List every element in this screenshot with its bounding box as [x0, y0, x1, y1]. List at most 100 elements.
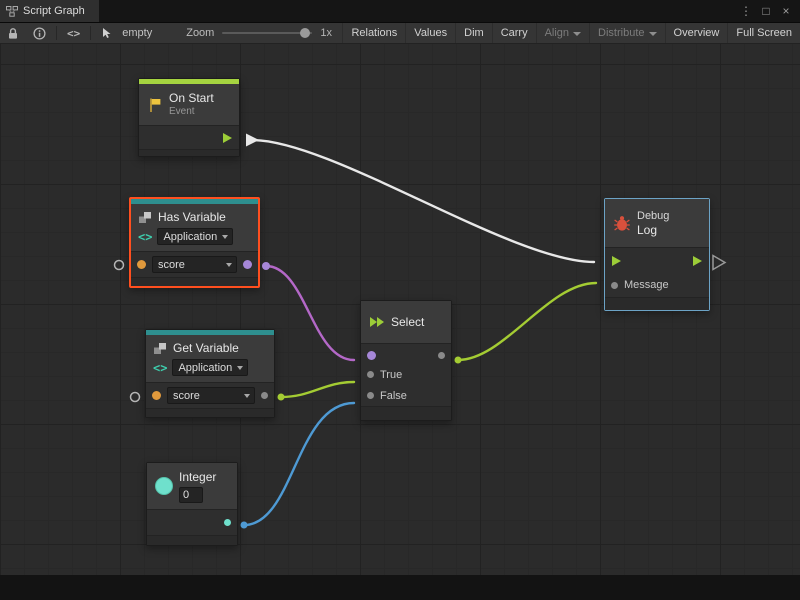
- port-flow-input[interactable]: [611, 255, 622, 267]
- scope-dropdown[interactable]: Application: [157, 228, 233, 245]
- overview-button[interactable]: Overview: [665, 23, 728, 43]
- node-title: Select: [391, 315, 424, 329]
- select-icon: [369, 315, 385, 329]
- window-close-button[interactable]: ×: [778, 4, 794, 18]
- integer-icon: [155, 477, 173, 495]
- object-type-icon: <>: [153, 361, 167, 375]
- window-menu-button[interactable]: ⋮: [738, 4, 754, 18]
- port-true-input[interactable]: [367, 371, 374, 378]
- node-footer: [146, 408, 274, 417]
- zoom-value: 1x: [320, 27, 332, 39]
- variable-name-value: score: [173, 390, 200, 402]
- dim-button[interactable]: Dim: [455, 23, 492, 43]
- scope-value: Application: [163, 231, 217, 243]
- variables-icon: [153, 342, 168, 355]
- angle-brackets-icon: <>: [67, 27, 80, 40]
- distribute-button[interactable]: Distribute: [589, 23, 664, 43]
- port-bool-output[interactable]: [243, 260, 252, 269]
- object-type-icon: <>: [138, 230, 152, 244]
- lock-button[interactable]: [0, 23, 26, 43]
- node-ports-row: [139, 125, 239, 149]
- script-graph-icon: [6, 6, 18, 17]
- node-ports-row: score: [146, 382, 274, 408]
- zoom-slider-track[interactable]: [222, 32, 312, 34]
- port-selection-output[interactable]: [438, 352, 445, 359]
- variable-name-value: score: [158, 259, 185, 271]
- node-title: On Start: [169, 91, 214, 105]
- graph-pointer: [94, 23, 120, 43]
- port-message-label: Message: [624, 279, 669, 291]
- scope-dropdown[interactable]: Application: [172, 359, 248, 376]
- integer-value-input[interactable]: [179, 487, 203, 503]
- node-ports-row: Message: [605, 273, 709, 297]
- values-button[interactable]: Values: [405, 23, 455, 43]
- node-ports-row: False: [361, 385, 451, 406]
- zoom-slider-handle[interactable]: [300, 28, 310, 38]
- graph-toolbar: <> empty Zoom 1x Relations Values Dim Ca…: [0, 22, 800, 44]
- node-ports-row: True: [361, 364, 451, 385]
- lock-icon: [7, 27, 19, 40]
- scope-value: Application: [178, 362, 232, 374]
- port-true-label: True: [380, 369, 402, 381]
- port-int-output[interactable]: [224, 519, 231, 526]
- node-has-variable[interactable]: Has Variable <> Application score: [129, 197, 260, 288]
- port-flow-output[interactable]: [692, 255, 703, 267]
- node-footer: [605, 297, 709, 310]
- node-select[interactable]: Select True False: [360, 300, 452, 421]
- port-flow-output[interactable]: [222, 132, 233, 144]
- node-header: Select: [361, 301, 451, 343]
- port-message-input[interactable]: [611, 282, 618, 289]
- port-condition-input[interactable]: [367, 351, 376, 360]
- node-ports-row: [605, 247, 709, 273]
- variable-name-dropdown[interactable]: score: [167, 387, 255, 404]
- flag-icon: [147, 97, 163, 113]
- node-title: Get Variable: [173, 341, 239, 355]
- canvas-bottom-edge: [0, 575, 800, 600]
- bug-icon: [613, 215, 631, 232]
- window-controls: ⋮ □ ×: [738, 0, 800, 22]
- port-false-input[interactable]: [367, 392, 374, 399]
- tab-script-graph[interactable]: Script Graph: [0, 0, 99, 22]
- toolbar-separator: [90, 26, 91, 40]
- node-ports-row: [361, 343, 451, 364]
- cursor-icon: [101, 27, 113, 39]
- node-header: On Start Event: [139, 84, 239, 125]
- node-on-start[interactable]: On Start Event: [138, 78, 240, 157]
- node-debug-log[interactable]: Debug Log Message: [604, 198, 710, 311]
- full-screen-button[interactable]: Full Screen: [727, 23, 800, 43]
- code-view-button[interactable]: <>: [60, 23, 87, 43]
- graph-name-label: empty: [122, 27, 152, 39]
- window-title-bar: Script Graph ⋮ □ ×: [0, 0, 800, 22]
- node-title: Has Variable: [158, 210, 226, 224]
- port-name-input[interactable]: [152, 391, 161, 400]
- carry-button[interactable]: Carry: [492, 23, 536, 43]
- port-value-output[interactable]: [261, 392, 268, 399]
- relations-button[interactable]: Relations: [342, 23, 405, 43]
- window-maximize-button[interactable]: □: [758, 4, 774, 18]
- inspect-button[interactable]: [26, 23, 53, 43]
- node-footer: [131, 277, 258, 286]
- node-title: Integer: [179, 470, 216, 484]
- variable-name-dropdown[interactable]: score: [152, 256, 237, 273]
- toolbar-separator: [56, 26, 57, 40]
- node-title: Log: [637, 223, 669, 237]
- chevron-down-icon: [649, 32, 657, 36]
- align-button-label: Align: [545, 27, 569, 39]
- node-header: Integer: [147, 463, 237, 509]
- node-header: Has Variable <> Application: [131, 204, 258, 251]
- node-get-variable[interactable]: Get Variable <> Application score: [145, 329, 275, 418]
- node-header: Debug Log: [605, 199, 709, 247]
- align-button[interactable]: Align: [536, 23, 589, 43]
- distribute-button-label: Distribute: [598, 27, 644, 39]
- zoom-label: Zoom: [186, 27, 214, 39]
- variables-icon: [138, 211, 153, 224]
- port-false-label: False: [380, 390, 407, 402]
- node-ports-row: score: [131, 251, 258, 277]
- node-subtitle: Debug: [637, 210, 669, 222]
- info-icon: [33, 27, 46, 40]
- node-subtitle: Event: [169, 106, 214, 118]
- node-header: Get Variable <> Application: [146, 335, 274, 382]
- port-name-input[interactable]: [137, 260, 146, 269]
- node-footer: [139, 149, 239, 156]
- node-integer[interactable]: Integer: [146, 462, 238, 546]
